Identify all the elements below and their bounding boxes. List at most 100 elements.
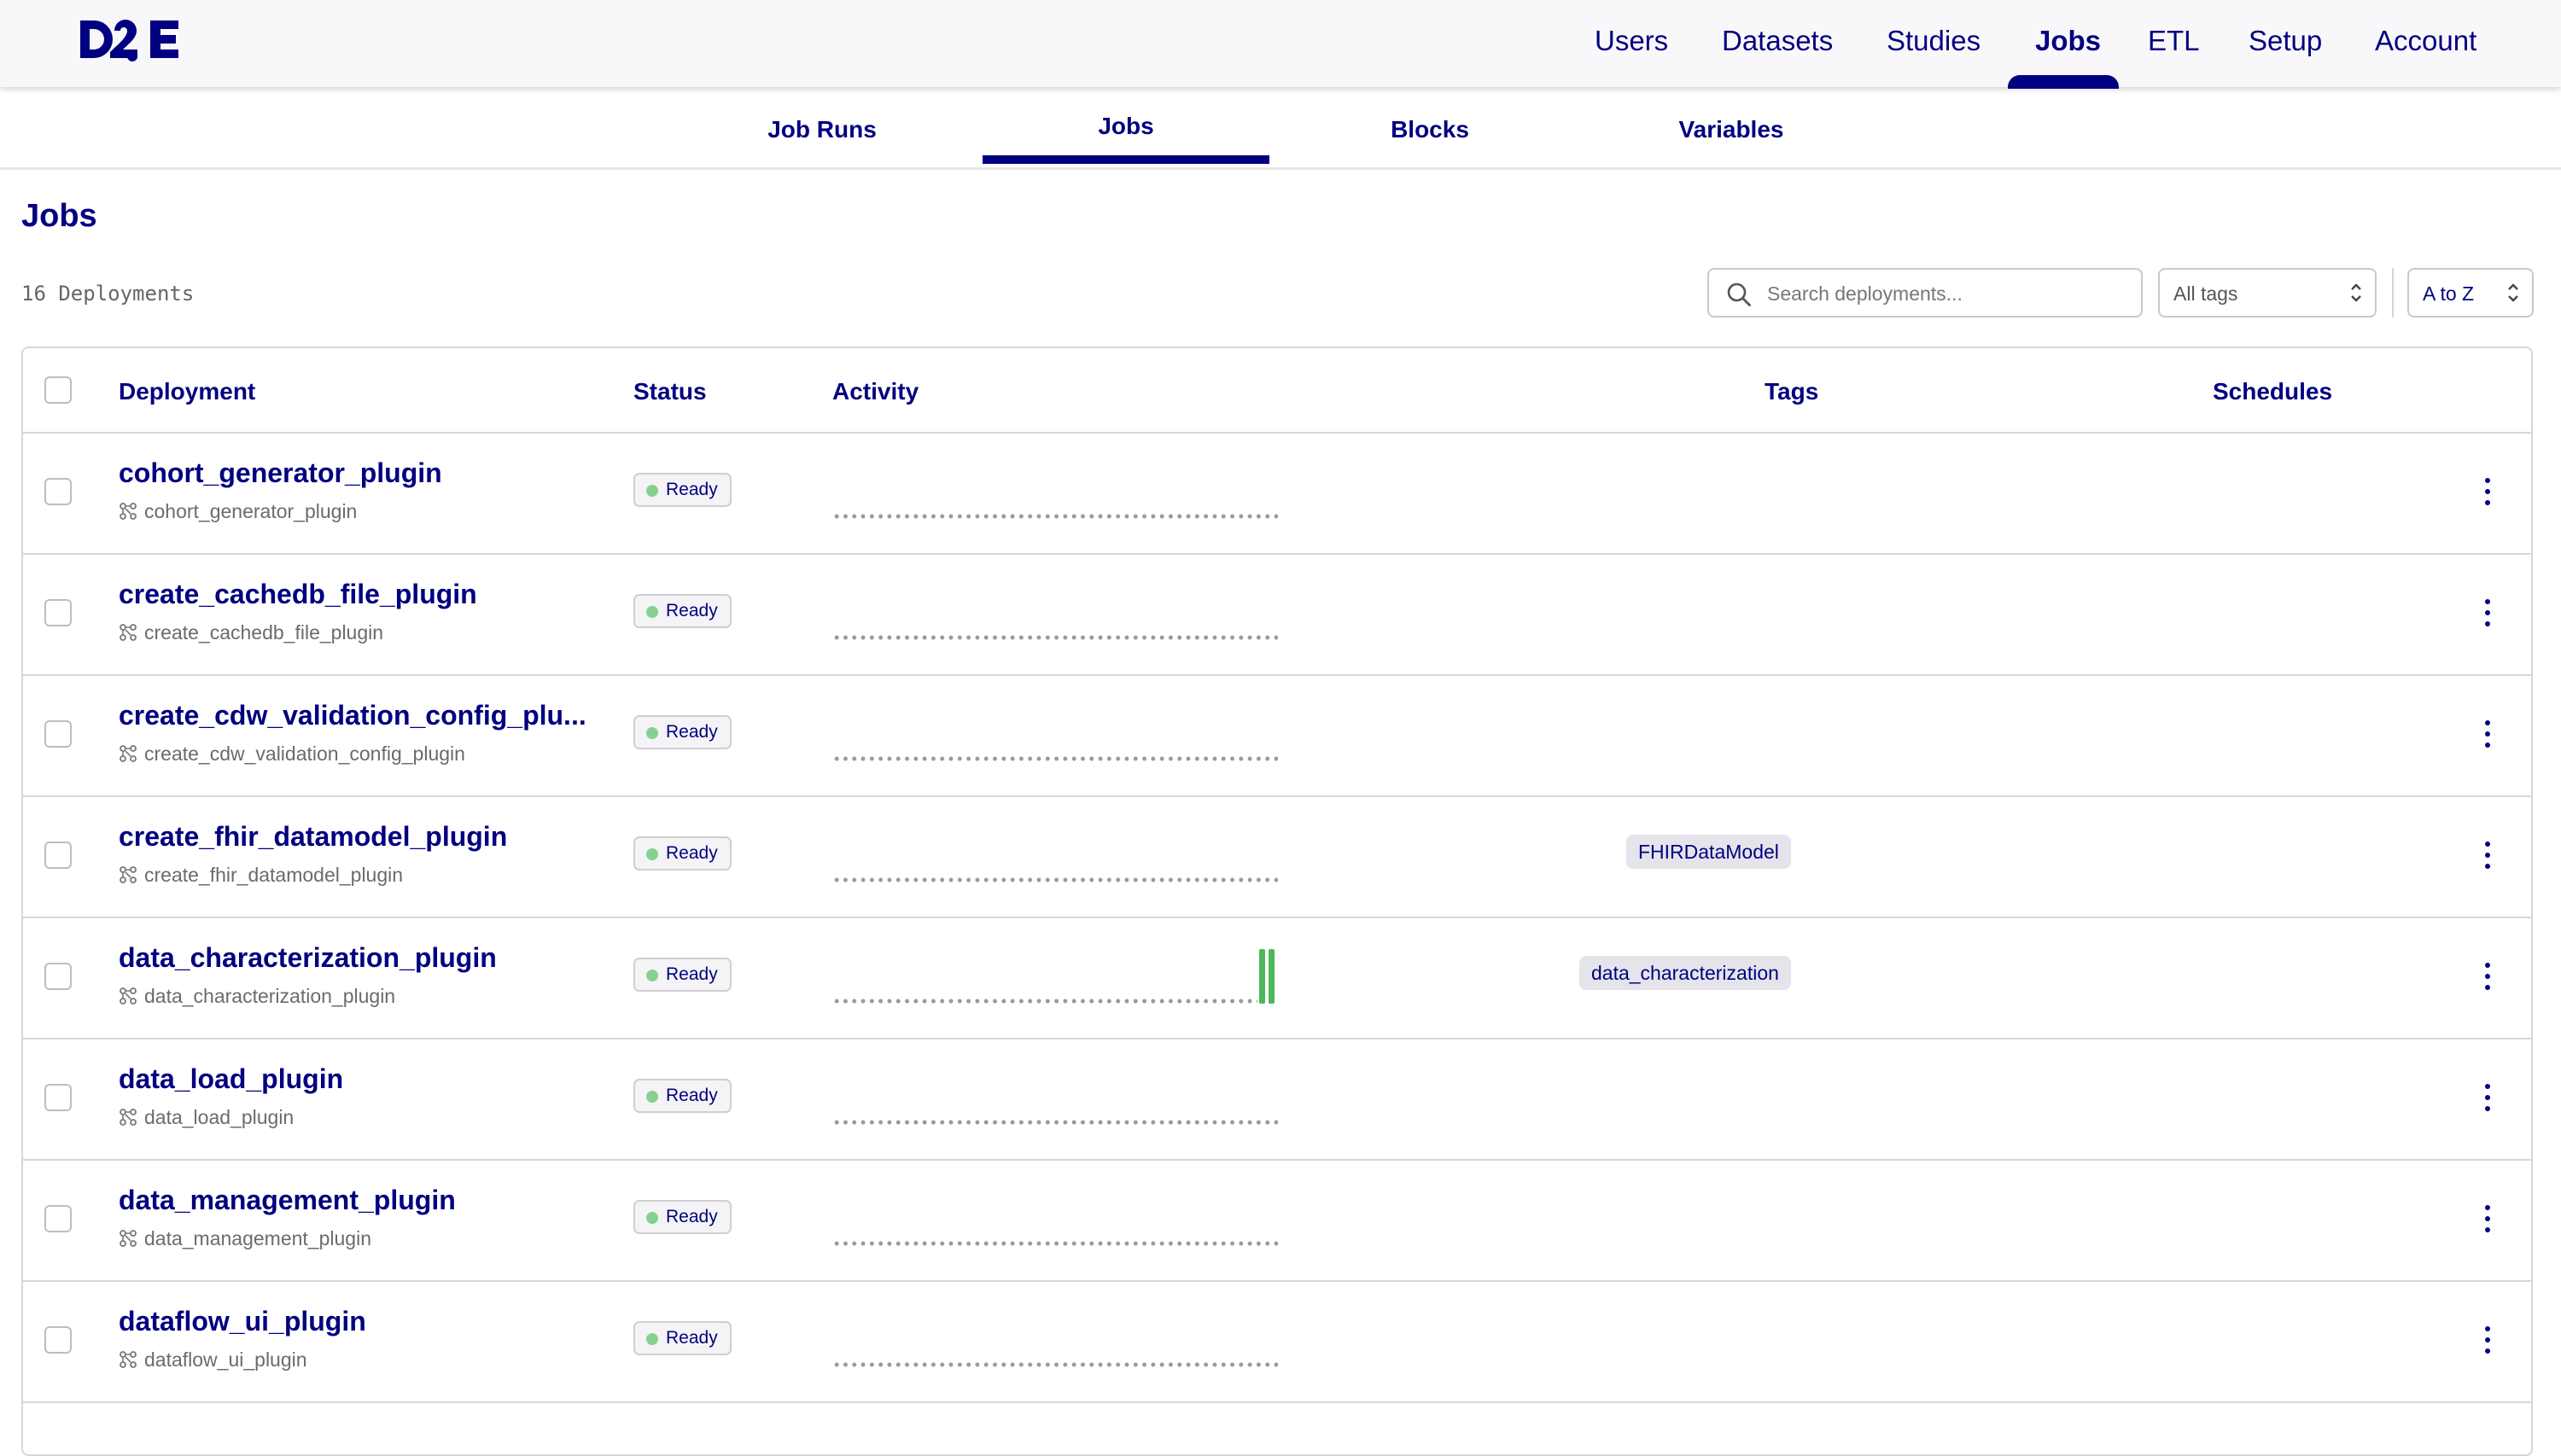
col-deployment[interactable]: Deployment: [119, 378, 255, 405]
flow-name-label: data_management_plugin: [144, 1227, 371, 1249]
status-label: Ready: [666, 964, 718, 984]
flow-name[interactable]: create_cdw_validation_config_plugin: [119, 743, 465, 766]
deployment-name[interactable]: create_fhir_datamodel_plugin: [119, 821, 507, 853]
flow-name[interactable]: dataflow_ui_plugin: [119, 1348, 307, 1372]
activity-sparkline: [832, 756, 1278, 761]
flow-name-label: data_characterization_plugin: [144, 985, 396, 1007]
tab-job-runs[interactable]: Job Runs: [721, 87, 923, 167]
tag-chip[interactable]: FHIRDataModel: [1626, 835, 1791, 869]
row-menu-icon[interactable]: [2477, 717, 2498, 751]
col-tags[interactable]: Tags: [1765, 378, 1818, 405]
nav-setup[interactable]: Setup: [2249, 0, 2322, 87]
row-checkbox[interactable]: [44, 1205, 72, 1232]
status-label: Ready: [666, 1328, 718, 1348]
deployments-table: Deployment Status Activity Tags Schedule…: [21, 347, 2533, 1456]
row-menu-icon[interactable]: [2477, 1323, 2498, 1357]
flow-name[interactable]: data_load_plugin: [119, 1106, 294, 1130]
deployment-name[interactable]: data_management_plugin: [119, 1185, 456, 1216]
col-status[interactable]: Status: [633, 378, 707, 405]
status-label: Ready: [666, 843, 718, 863]
select-all-checkbox[interactable]: [44, 376, 72, 404]
table-row[interactable]: cohort_generator_plugin cohort_generator_…: [23, 432, 2531, 555]
activity-sparkline: [832, 1362, 1278, 1367]
tag-chip[interactable]: data_characterization: [1579, 956, 1791, 990]
flow-icon: [120, 1351, 137, 1368]
sort-select[interactable]: A to Z: [2407, 268, 2534, 317]
flow-icon: [120, 745, 137, 762]
table-row[interactable]: create_fhir_datamodel_plugin create_fhir_…: [23, 795, 2531, 918]
status-label: Ready: [666, 601, 718, 620]
table-row[interactable]: dataflow_ui_plugin dataflow_ui_plugin Read…: [23, 1280, 2531, 1403]
flow-name-label: create_cachedb_file_plugin: [144, 621, 384, 644]
row-checkbox[interactable]: [44, 1084, 72, 1111]
nav-studies[interactable]: Studies: [1887, 0, 1981, 87]
flow-icon: [120, 1230, 137, 1247]
deployment-name[interactable]: create_cachedb_file_plugin: [119, 579, 477, 610]
nav-account[interactable]: Account: [2375, 0, 2476, 87]
search-box[interactable]: [1707, 268, 2143, 317]
status-dot-icon: [646, 606, 658, 618]
nav-datasets[interactable]: Datasets: [1722, 0, 1833, 87]
row-checkbox[interactable]: [44, 963, 72, 990]
flow-name-label: data_load_plugin: [144, 1106, 295, 1128]
flow-name[interactable]: create_cachedb_file_plugin: [119, 621, 383, 645]
activity-run-bar[interactable]: [1269, 949, 1275, 1004]
search-input[interactable]: [1765, 270, 2127, 317]
flow-name[interactable]: data_management_plugin: [119, 1227, 371, 1251]
deployment-count: 16 Deployments: [21, 282, 195, 306]
tab-variables[interactable]: Variables: [1631, 87, 1832, 167]
nav-etl[interactable]: ETL: [2148, 0, 2200, 87]
table-row[interactable]: create_cdw_validation_config_plu...creat…: [23, 674, 2531, 797]
flow-name-label: create_fhir_datamodel_plugin: [144, 864, 404, 886]
row-menu-icon[interactable]: [2477, 1080, 2498, 1115]
status-badge: Ready: [633, 473, 732, 507]
status-badge: Ready: [633, 1321, 732, 1355]
row-menu-icon[interactable]: [2477, 959, 2498, 993]
flow-name[interactable]: cohort_generator_plugin: [119, 500, 357, 524]
col-schedules[interactable]: Schedules: [2213, 378, 2332, 405]
activity-sparkline: [832, 1241, 1278, 1246]
table-row[interactable]: create_cachedb_file_plugin create_cachedb…: [23, 553, 2531, 676]
deployment-name[interactable]: data_characterization_plugin: [119, 942, 497, 974]
activity-sparkline: [832, 1120, 1278, 1125]
nav-users[interactable]: Users: [1595, 0, 1668, 87]
deployment-name[interactable]: data_load_plugin: [119, 1063, 343, 1095]
status-dot-icon: [646, 1091, 658, 1103]
tab-blocks[interactable]: Blocks: [1329, 87, 1531, 167]
row-menu-icon[interactable]: [2477, 475, 2498, 509]
status-badge: Ready: [633, 1200, 732, 1234]
activity-sparkline: [832, 514, 1278, 519]
table-row[interactable]: data_load_plugin data_load_plugin Ready: [23, 1038, 2531, 1161]
search-icon: [1727, 282, 1751, 306]
row-checkbox[interactable]: [44, 720, 72, 748]
status-dot-icon: [646, 970, 658, 981]
deployment-name[interactable]: create_cdw_validation_config_plu...: [119, 700, 586, 731]
col-activity[interactable]: Activity: [832, 378, 919, 405]
row-checkbox[interactable]: [44, 1326, 72, 1354]
row-menu-icon[interactable]: [2477, 838, 2498, 872]
nav-jobs[interactable]: Jobs: [2035, 0, 2101, 87]
app-logo[interactable]: [79, 14, 190, 72]
row-menu-icon[interactable]: [2477, 1202, 2498, 1236]
row-menu-icon[interactable]: [2477, 596, 2498, 630]
status-label: Ready: [666, 480, 718, 499]
row-checkbox[interactable]: [44, 599, 72, 626]
row-checkbox[interactable]: [44, 478, 72, 505]
table-row[interactable]: data_characterization_plugin data_charact…: [23, 917, 2531, 1040]
activity-run-bar[interactable]: [1259, 949, 1265, 1004]
flow-icon: [120, 1109, 137, 1126]
deployment-name[interactable]: cohort_generator_plugin: [119, 457, 442, 489]
flow-name[interactable]: data_characterization_plugin: [119, 985, 395, 1009]
flow-icon: [120, 987, 137, 1005]
flow-name-label: dataflow_ui_plugin: [144, 1348, 307, 1371]
row-checkbox[interactable]: [44, 842, 72, 869]
filter-divider: [2392, 268, 2394, 317]
status-label: Ready: [666, 722, 718, 742]
activity-sparkline: [832, 635, 1278, 640]
status-badge: Ready: [633, 1079, 732, 1113]
flow-icon: [120, 624, 137, 641]
deployment-name[interactable]: dataflow_ui_plugin: [119, 1306, 366, 1337]
table-row[interactable]: data_management_plugin data_management_pl…: [23, 1159, 2531, 1282]
flow-name[interactable]: create_fhir_datamodel_plugin: [119, 864, 403, 888]
tags-select[interactable]: All tags: [2158, 268, 2377, 317]
